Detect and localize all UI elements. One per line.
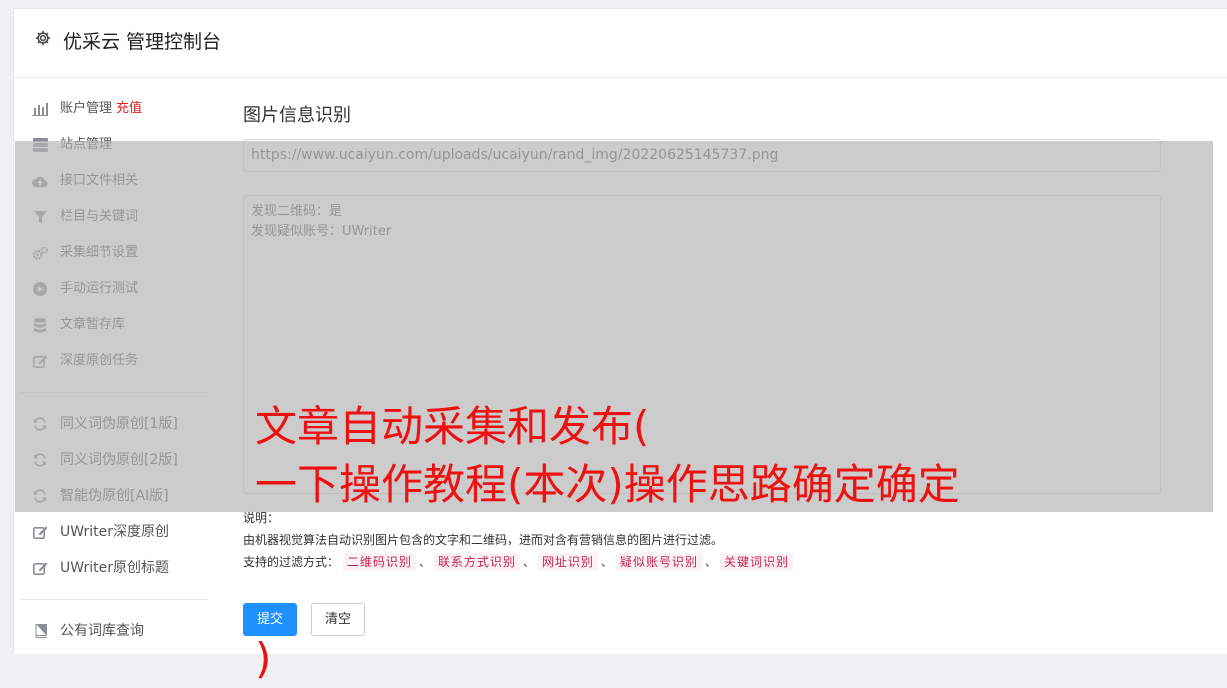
sidebar-item-label: 公有词库查询 — [60, 623, 144, 639]
filter-separator: 、 — [418, 555, 431, 569]
page-title: 优采云 管理控制台 — [63, 31, 222, 53]
notes: 说明： 由机器视觉算法自动识别图片包含的文字和二维码，进而对含有营销信息的图片进… — [243, 507, 793, 573]
filter-tag: 疑似账号识别 — [615, 553, 702, 571]
sidebar-item-label: 接口文件相关 — [60, 173, 139, 188]
filter-tag: 网址识别 — [537, 553, 598, 571]
filter-tag: 二维码识别 — [342, 553, 416, 571]
sidebar-item-label: 智能伪原创[AI版] — [60, 488, 169, 504]
gears-icon — [32, 245, 48, 261]
notes-description: 由机器视觉算法自动识别图片包含的文字和二维码，进而对含有营销信息的图片进行过滤。 — [243, 533, 724, 547]
filter-icon — [32, 209, 48, 225]
filter-methods: 支持的过滤方式： 二维码识别、联系方式识别、网址识别、疑似账号识别、关键词识别 — [243, 551, 793, 573]
filter-separator: 、 — [522, 555, 535, 569]
book-icon — [32, 623, 48, 639]
overlay-caption-line-2: 一下操作教程(本次)操作思路确定确定 — [255, 460, 960, 509]
sidebar-item-label: UWriter原创标题 — [60, 560, 169, 576]
sidebar-item-label: 文章暂存库 — [60, 317, 126, 332]
bar-chart-icon — [32, 101, 48, 117]
sidebar-item-deep-original-task[interactable]: 深度原创任务 — [20, 348, 210, 384]
sidebar-item-uwriter-title[interactable]: UWriter原创标题 — [20, 555, 210, 591]
sidebar-item-label: 同义词伪原创[2版] — [60, 452, 178, 468]
filter-separator: 、 — [704, 555, 717, 569]
sidebar-item-label: 账户管理 — [60, 101, 113, 116]
sidebar-item-ai-rewrite[interactable]: 智能伪原创[AI版] — [20, 483, 210, 519]
sidebar-item-label: 站点管理 — [60, 137, 113, 152]
sidebar-divider — [20, 392, 208, 393]
sidebar-item-manual-test[interactable]: 手动运行测试 — [20, 276, 210, 312]
sidebar-item-columns-keywords[interactable]: 栏目与关键词 — [20, 204, 210, 240]
overlay-caption-line-3: ) — [255, 634, 272, 683]
section-title: 图片信息识别 — [243, 105, 351, 126]
sidebar-item-public-lexicon[interactable]: 公有词库查询 — [20, 618, 210, 654]
sidebar-item-label: 栏目与关键词 — [60, 209, 139, 224]
sidebar-divider — [20, 599, 208, 600]
image-url-input[interactable]: https://www.ucaiyun.com/uploads/ucaiyun/… — [243, 139, 1161, 172]
sidebar: 账户管理充值 站点管理 接口文件相关 栏目与关键词 采集细节设置 手动运行测试 — [20, 96, 210, 654]
server-icon — [32, 137, 48, 153]
filter-separator: 、 — [600, 555, 613, 569]
sidebar-item-label: 深度原创任务 — [60, 353, 139, 368]
cloud-upload-icon — [32, 173, 48, 189]
sidebar-item-interface-files[interactable]: 接口文件相关 — [20, 168, 210, 204]
edit-icon — [32, 524, 48, 540]
filter-tag: 关键词识别 — [719, 553, 793, 571]
sidebar-item-label: UWriter深度原创 — [60, 524, 169, 540]
play-circle-icon — [32, 281, 48, 297]
database-icon — [32, 317, 48, 333]
sidebar-item-collect-settings[interactable]: 采集细节设置 — [20, 240, 210, 276]
header: 优采云 管理控制台 — [14, 9, 1227, 78]
sidebar-item-sites[interactable]: 站点管理 — [20, 132, 210, 168]
sidebar-item-uwriter-deep[interactable]: UWriter深度原创 — [20, 519, 210, 555]
sidebar-item-label: 手动运行测试 — [60, 281, 139, 296]
sidebar-item-synonym-v1[interactable]: 同义词伪原创[1版] — [20, 411, 210, 447]
sidebar-item-account[interactable]: 账户管理 充值 — [20, 96, 210, 132]
sidebar-item-article-store[interactable]: 文章暂存库 — [20, 312, 210, 348]
filter-methods-label: 支持的过滤方式： — [243, 555, 340, 569]
refresh-icon — [32, 452, 48, 468]
recharge-link[interactable]: 充值 — [116, 101, 142, 116]
edit-icon — [32, 353, 48, 369]
filter-tag: 联系方式识别 — [433, 553, 520, 571]
sidebar-item-synonym-v2[interactable]: 同义词伪原创[2版] — [20, 447, 210, 483]
refresh-icon — [32, 416, 48, 432]
edit-icon — [32, 560, 48, 576]
refresh-icon — [32, 488, 48, 504]
sidebar-item-label: 采集细节设置 — [60, 245, 139, 260]
sidebar-item-label: 同义词伪原创[1版] — [60, 416, 178, 432]
clear-button[interactable]: 清空 — [311, 603, 365, 636]
overlay-caption-line-1: 文章自动采集和发布( — [255, 402, 650, 451]
gear-icon — [34, 29, 52, 47]
